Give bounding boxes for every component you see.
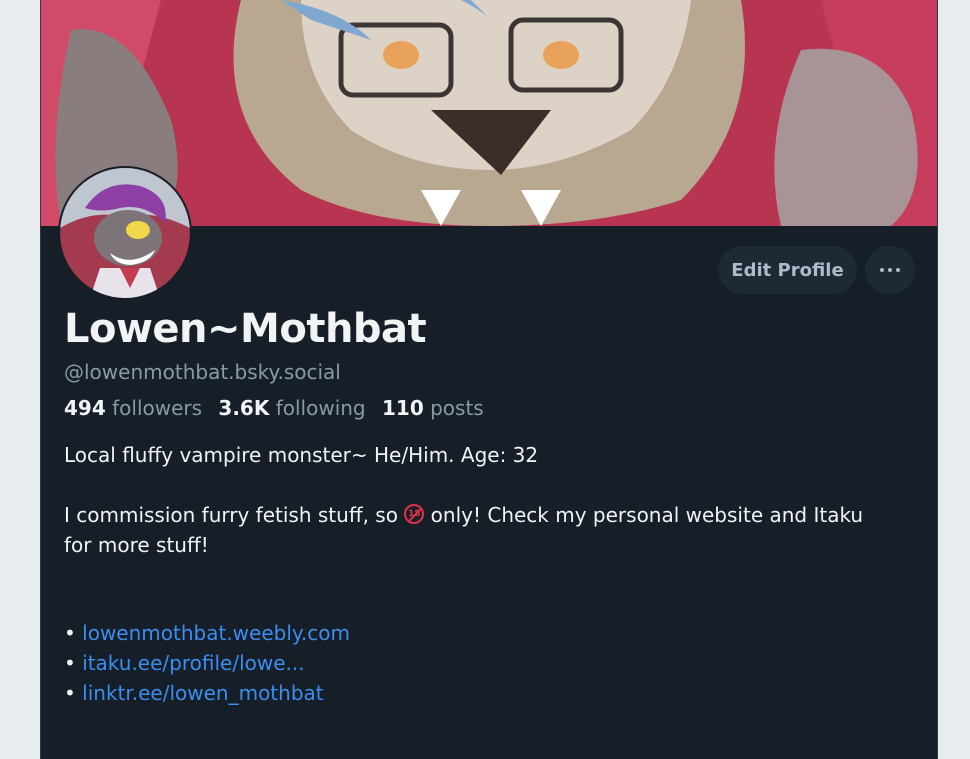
display-name: Lowen~Mothbat — [64, 306, 427, 352]
profile-stats: 494 followers 3.6K following 110 posts — [64, 396, 484, 420]
handle: @lowenmothbat.bsky.social — [64, 360, 341, 384]
edit-profile-button[interactable]: Edit Profile — [718, 246, 857, 294]
followers-label: followers — [112, 396, 203, 420]
posts-label: posts — [430, 396, 484, 420]
following-label: following — [275, 396, 366, 420]
posts-count: 110 — [381, 396, 424, 420]
link-itaku[interactable]: itaku.ee/profile/lowe... — [82, 651, 304, 675]
followers-count: 494 — [64, 396, 106, 420]
list-item: • lowenmothbat.weebly.com — [64, 621, 350, 645]
bio-links-list: • lowenmothbat.weebly.com • itaku.ee/pro… — [64, 618, 350, 708]
following-count: 3.6K — [218, 396, 270, 420]
bio-line-1: Local fluffy vampire monster~ He/Him. Ag… — [64, 443, 539, 467]
profile-bio: Local fluffy vampire monster~ He/Him. Ag… — [64, 440, 894, 560]
link-linktree[interactable]: linktr.ee/lowen_mothbat — [82, 681, 323, 705]
more-horizontal-icon — [878, 268, 902, 272]
list-item: • itaku.ee/profile/lowe... — [64, 651, 305, 675]
no-under-18-icon: 18 — [404, 504, 425, 524]
link-weebly[interactable]: lowenmothbat.weebly.com — [82, 621, 350, 645]
posts-stat: 110 posts — [382, 396, 484, 420]
right-gutter — [938, 0, 970, 759]
followers-link[interactable]: 494 followers — [64, 396, 202, 420]
avatar[interactable] — [58, 166, 192, 300]
bio-line-2: I commission furry fetish stuff, so 18 o… — [64, 503, 864, 557]
more-options-button[interactable] — [865, 246, 915, 294]
profile-panel: Edit Profile Lowen~Mothbat @lowenmothbat… — [40, 0, 938, 759]
list-item: • linktr.ee/lowen_mothbat — [64, 681, 324, 705]
following-link[interactable]: 3.6K following — [218, 396, 365, 420]
left-gutter — [0, 0, 40, 759]
